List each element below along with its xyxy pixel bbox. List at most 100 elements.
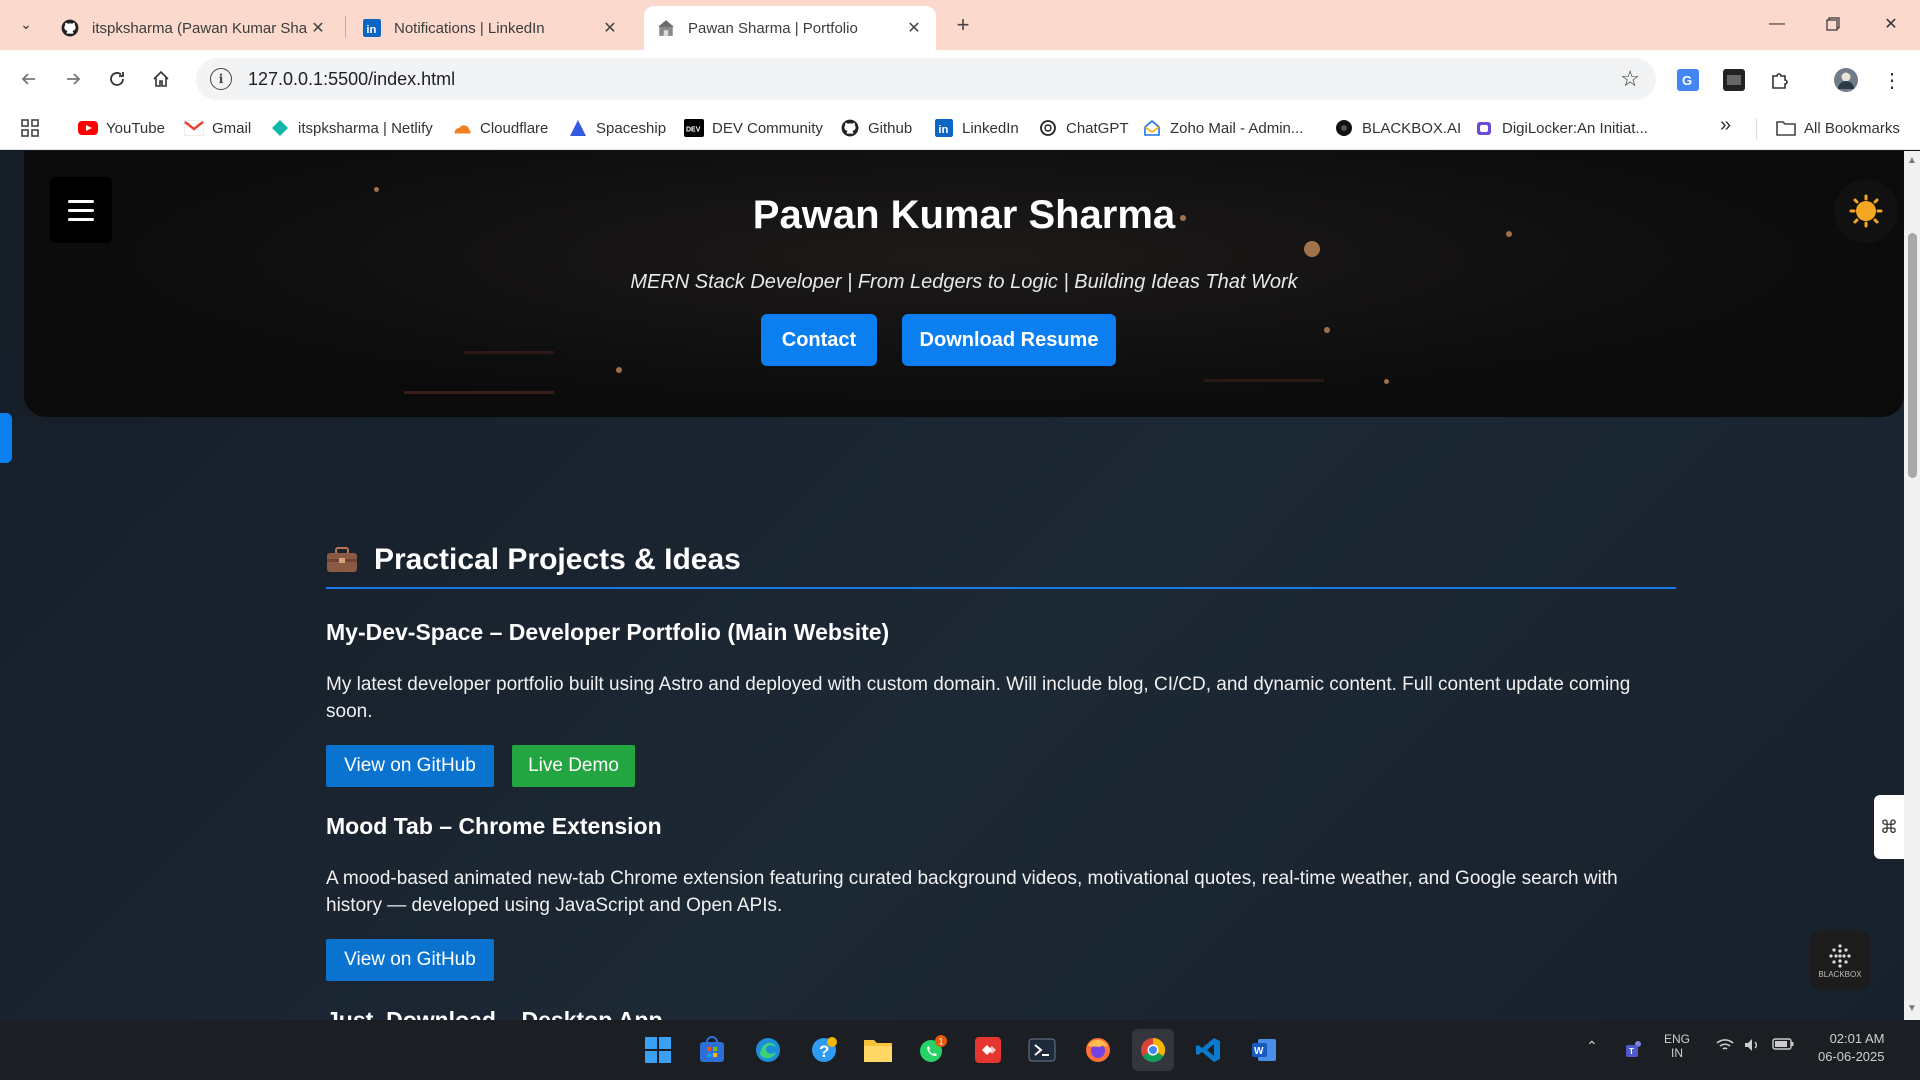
bokeh-light xyxy=(1324,327,1330,333)
scroll-down-icon[interactable]: ▼ xyxy=(1907,1003,1917,1014)
firefox-icon[interactable] xyxy=(1080,1032,1116,1068)
code-streak xyxy=(404,391,554,394)
contact-button[interactable]: Contact xyxy=(761,314,877,366)
section-title-text: Practical Projects & Ideas xyxy=(374,543,741,576)
minimize-icon[interactable]: — xyxy=(1762,10,1792,38)
bokeh-light xyxy=(374,187,379,192)
svg-text:in: in xyxy=(938,124,948,136)
bookmarks-overflow-icon[interactable]: » xyxy=(1720,114,1731,137)
svg-text:T: T xyxy=(1629,1047,1634,1056)
blackbox-widget-button[interactable]: BLACKBOX xyxy=(1810,931,1870,989)
tray-overflow-icon[interactable]: ⌃ xyxy=(1586,1038,1598,1055)
whatsapp-badge: 1 xyxy=(939,1037,944,1047)
portfolio-icon xyxy=(656,18,676,38)
chrome-icon[interactable] xyxy=(1132,1029,1174,1071)
apps-grid-icon[interactable] xyxy=(20,118,40,138)
close-tab-icon[interactable]: ✕ xyxy=(600,18,620,38)
floating-side-widget[interactable]: ⌘ xyxy=(1874,795,1904,859)
reload-icon[interactable] xyxy=(102,64,132,94)
bookmark-blackbox[interactable]: BLACKBOX.AI xyxy=(1334,118,1461,138)
clock-date: 06-06-2025 xyxy=(1818,1049,1885,1064)
site-info-icon[interactable]: i xyxy=(210,68,232,90)
bookmark-cloudflare[interactable]: Cloudflare xyxy=(452,118,548,138)
all-bookmarks[interactable]: All Bookmarks xyxy=(1776,118,1900,138)
hero-name: Pawan Kumar Sharma xyxy=(752,193,1176,237)
bookmark-github[interactable]: Github xyxy=(840,118,912,138)
microsoft-store-icon[interactable] xyxy=(694,1032,730,1068)
teams-icon[interactable]: T xyxy=(1620,1034,1650,1064)
extensions-puzzle-icon[interactable] xyxy=(1766,66,1794,94)
terminal-icon[interactable] xyxy=(1024,1032,1060,1068)
clock-time: 02:01 AM xyxy=(1829,1031,1885,1046)
vscode-icon[interactable] xyxy=(1190,1032,1226,1068)
bookmark-separator xyxy=(1756,118,1757,140)
view-on-github-button[interactable]: View on GitHub xyxy=(326,745,494,787)
home-icon[interactable] xyxy=(146,64,176,94)
back-icon[interactable] xyxy=(14,64,44,94)
netlify-icon xyxy=(270,118,290,138)
code-streak xyxy=(464,351,554,354)
battery-icon[interactable] xyxy=(1772,1038,1794,1053)
forward-icon[interactable] xyxy=(58,64,88,94)
close-tab-icon[interactable]: ✕ xyxy=(308,18,328,38)
whatsapp-icon[interactable]: 1 xyxy=(914,1032,950,1068)
bookmark-spaceship[interactable]: Spaceship xyxy=(568,118,666,138)
theme-toggle-button[interactable] xyxy=(1834,179,1898,243)
section-divider xyxy=(326,587,1676,589)
tab-search-dropdown[interactable]: ⌄ xyxy=(12,10,40,38)
bookmark-netlify[interactable]: itspksharma | Netlify xyxy=(270,118,433,138)
word-icon[interactable]: W xyxy=(1246,1032,1282,1068)
page-scrollbar[interactable]: ▲ ▼ xyxy=(1904,151,1920,1020)
tab-linkedin[interactable]: in Notifications | LinkedIn ✕ xyxy=(350,6,632,50)
file-explorer-icon[interactable] xyxy=(860,1032,896,1068)
profile-avatar[interactable] xyxy=(1832,66,1860,94)
bookmark-digilocker[interactable]: DigiLocker:An Initiat... xyxy=(1474,118,1648,138)
windows-start-icon[interactable] xyxy=(640,1032,676,1068)
bookmark-linkedin[interactable]: in LinkedIn xyxy=(934,118,1019,138)
bookmark-label: Zoho Mail - Admin... xyxy=(1170,119,1304,137)
live-demo-button[interactable]: Live Demo xyxy=(512,745,635,787)
overflow-glyph: » xyxy=(1720,114,1732,136)
bokeh-light xyxy=(616,367,622,373)
briefcase-icon xyxy=(326,547,358,573)
svg-text:G: G xyxy=(1682,73,1692,88)
clock[interactable]: 02:01 AM 06-06-2025 xyxy=(1818,1030,1885,1066)
bookmark-label: Cloudflare xyxy=(480,119,549,137)
blackbox-dots-icon xyxy=(1829,943,1851,968)
svg-text:?: ? xyxy=(819,1042,829,1061)
bookmark-label: LinkedIn xyxy=(962,119,1019,137)
bookmark-zoho-mail[interactable]: Zoho Mail - Admin... xyxy=(1142,118,1303,138)
screen-capture-extension-icon[interactable] xyxy=(1720,66,1748,94)
language-indicator[interactable]: ENG IN xyxy=(1664,1032,1690,1060)
more-menu-icon[interactable]: ⋮ xyxy=(1878,66,1906,94)
restore-icon[interactable] xyxy=(1818,10,1848,38)
bookmarks-bar: YouTube Gmail itspksharma | Netlify Clou… xyxy=(0,108,1920,150)
wifi-icon[interactable] xyxy=(1716,1038,1734,1055)
bookmark-label: YouTube xyxy=(106,119,165,137)
tab-portfolio[interactable]: Pawan Sharma | Portfolio ✕ xyxy=(644,6,936,50)
bookmark-star-icon[interactable]: ☆ xyxy=(1620,66,1640,92)
get-help-icon[interactable]: ? xyxy=(806,1032,842,1068)
view-on-github-button[interactable]: View on GitHub xyxy=(326,939,494,981)
url-text[interactable]: 127.0.0.1:5500/index.html xyxy=(248,69,455,90)
bookmark-dev-community[interactable]: DEV DEV Community xyxy=(684,118,823,138)
cloudflare-icon xyxy=(452,118,472,138)
side-drawer-tab[interactable] xyxy=(0,413,12,463)
anydesk-icon[interactable] xyxy=(970,1032,1006,1068)
edge-browser-icon[interactable] xyxy=(750,1032,786,1068)
download-resume-button[interactable]: Download Resume xyxy=(902,314,1116,366)
tab-github[interactable]: itspksharma (Pawan Kumar Sha ✕ xyxy=(48,6,340,50)
scroll-up-icon[interactable]: ▲ xyxy=(1907,155,1917,166)
bookmark-youtube[interactable]: YouTube xyxy=(78,118,165,138)
scrollbar-thumb[interactable] xyxy=(1908,233,1917,478)
new-tab-button[interactable]: + xyxy=(950,12,976,38)
google-translate-icon[interactable]: G xyxy=(1674,66,1702,94)
gmail-icon xyxy=(184,118,204,138)
close-window-icon[interactable]: ✕ xyxy=(1876,10,1906,38)
bookmark-chatgpt[interactable]: ChatGPT xyxy=(1038,118,1129,138)
bookmark-gmail[interactable]: Gmail xyxy=(184,118,251,138)
address-bar[interactable]: i 127.0.0.1:5500/index.html ☆ xyxy=(196,58,1656,100)
project-title: Mood Tab – Chrome Extension xyxy=(326,813,662,839)
volume-icon[interactable] xyxy=(1744,1038,1762,1055)
close-tab-icon[interactable]: ✕ xyxy=(904,18,924,38)
